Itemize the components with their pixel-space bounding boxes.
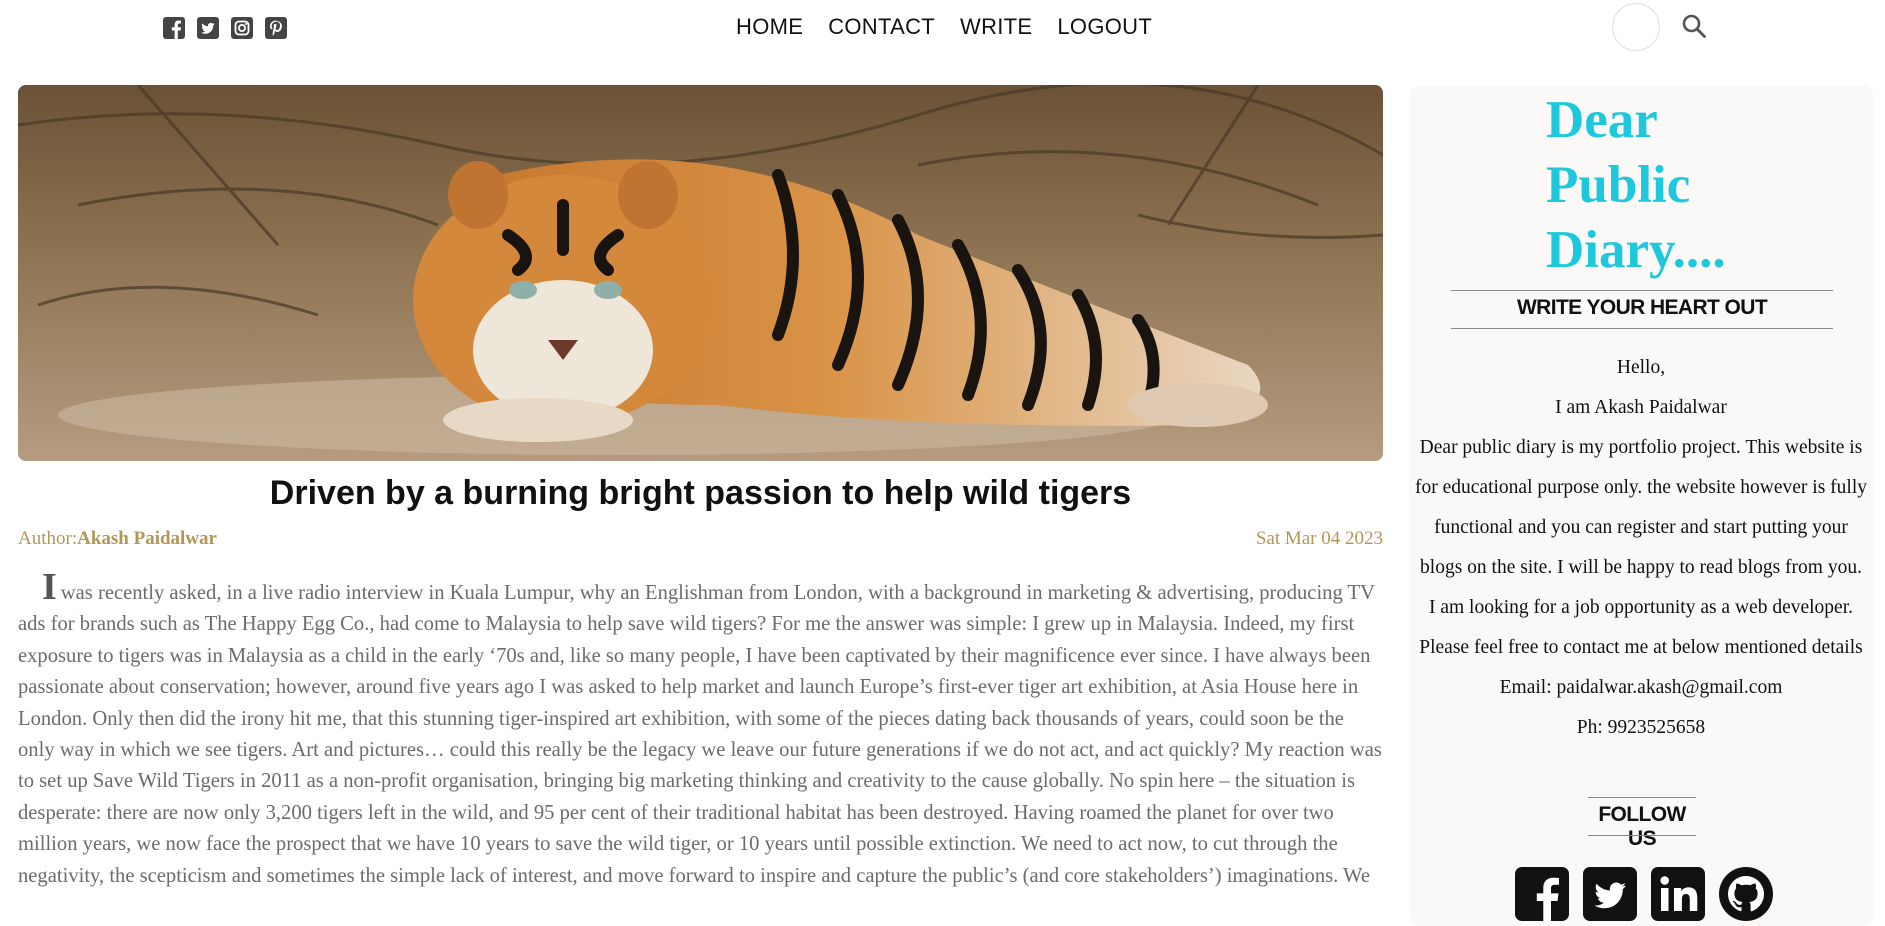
profile-avatar[interactable] (1612, 3, 1660, 51)
twitter-square-icon[interactable] (1582, 866, 1638, 922)
facebook-square-icon[interactable] (162, 16, 186, 40)
about-phone: Ph: 9923525658 (1576, 717, 1706, 738)
post-dropcap: I (42, 566, 57, 608)
about-email: Email: paidalwar.akash@gmail.com (1499, 677, 1783, 698)
header-social-links (162, 16, 288, 40)
divider (1588, 797, 1696, 798)
main-nav: HOME CONTACT WRITE LOGOUT (736, 14, 1152, 40)
instagram-square-icon[interactable] (230, 16, 254, 40)
nav-home-link[interactable]: HOME (736, 14, 803, 40)
facebook-square-icon[interactable] (1514, 866, 1570, 922)
author-label: Author: (18, 528, 78, 549)
pinterest-square-icon[interactable] (264, 16, 288, 40)
nav-logout-link[interactable]: LOGOUT (1057, 14, 1152, 40)
about-line: Please feel free to contact me at below … (1419, 637, 1863, 658)
site-brand[interactable]: Dear Public Diary.... (1546, 88, 1766, 283)
about-line: Dear public diary is my portfolio projec… (1415, 437, 1867, 578)
search-icon[interactable] (1681, 13, 1707, 39)
divider (1588, 835, 1696, 836)
nav-contact-link[interactable]: CONTACT (828, 14, 935, 40)
post-body: Iwas recently asked, in a live radio int… (18, 568, 1383, 892)
post-meta: Author:Akash Paidalwar Sat Mar 04 2023 (18, 528, 1383, 550)
brand-line: Diary.... (1546, 221, 1726, 279)
post-hero-image (18, 85, 1383, 461)
nav-write-link[interactable]: WRITE (960, 14, 1032, 40)
about-line: I am Akash Paidalwar (1555, 397, 1727, 418)
about-line: I am looking for a job opportunity as a … (1428, 597, 1854, 618)
top-bar: HOME CONTACT WRITE LOGOUT (0, 0, 1885, 57)
brand-line: Public (1546, 156, 1691, 214)
sidebar-tagline: WRITE YOUR HEART OUT (1516, 296, 1768, 319)
twitter-square-icon[interactable] (196, 16, 220, 40)
post-author: Author:Akash Paidalwar (18, 528, 217, 550)
divider (1451, 328, 1833, 329)
post-date: Sat Mar 04 2023 (1255, 528, 1383, 549)
tiger-image (18, 85, 1383, 461)
github-icon[interactable] (1718, 866, 1774, 922)
divider (1451, 290, 1833, 291)
about-section: Hello, I am Akash Paidalwar Dear public … (1411, 348, 1871, 748)
author-name-link[interactable]: Akash Paidalwar (77, 528, 217, 549)
follow-us-title: FOLLOW US (1598, 803, 1686, 850)
post-title: Driven by a burning bright passion to he… (269, 474, 1132, 512)
about-line: Hello, (1616, 357, 1666, 378)
post-body-text: was recently asked, in a live radio inte… (18, 582, 1382, 887)
linkedin-square-icon[interactable] (1650, 866, 1706, 922)
brand-line: Dear (1546, 91, 1658, 149)
follow-us-icons (1514, 866, 1774, 922)
